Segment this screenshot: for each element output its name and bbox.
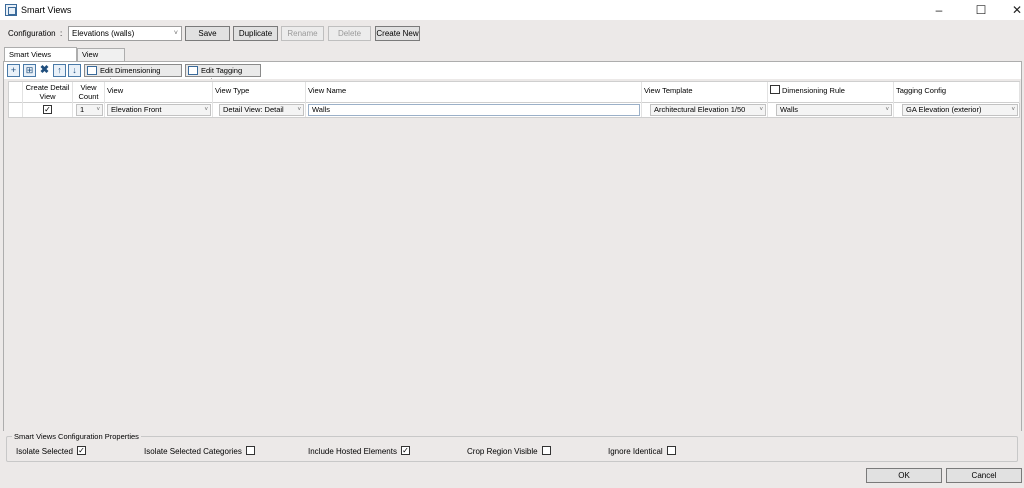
- duplicate-button[interactable]: Duplicate: [233, 26, 278, 41]
- include-hosted-elements-option: Include Hosted Elements ✓: [308, 446, 410, 456]
- view-count-value: 1: [80, 105, 85, 114]
- chevron-down-icon: ˅: [297, 107, 301, 113]
- view-cell: Elevation Front ˅: [105, 103, 213, 117]
- title-bar: Smart Views – ☐ ✕: [0, 0, 1024, 20]
- isolate-selected-checkbox[interactable]: ✓: [76, 446, 86, 456]
- col-view[interactable]: View: [105, 82, 213, 103]
- col-create-detail-view[interactable]: Create Detail View: [23, 82, 73, 103]
- crop-region-visible-label: Crop Region Visible: [467, 447, 538, 456]
- view-type-select[interactable]: Detail View: Detail ˅: [219, 104, 304, 116]
- chevron-down-icon: ˅: [885, 107, 889, 113]
- col-dimensioning-rule-label: Dimensioning Rule: [782, 86, 845, 95]
- cancel-button[interactable]: Cancel: [946, 468, 1022, 483]
- dimensioning-rule-cell: Walls ˅: [768, 103, 894, 117]
- col-view-name[interactable]: View Name: [306, 82, 642, 103]
- dimensioning-rule-select[interactable]: Walls ˅: [776, 104, 892, 116]
- table-row[interactable]: ✓ 1 ˅ Elevation Front ˅ Detail View: Det…: [8, 103, 1020, 118]
- include-hosted-elements-label: Include Hosted Elements: [308, 447, 397, 456]
- add-row-icon[interactable]: +: [7, 64, 20, 77]
- ignore-identical-option: Ignore Identical: [608, 446, 676, 456]
- crop-region-visible-option: Crop Region Visible: [467, 446, 551, 456]
- view-value: Elevation Front: [111, 105, 162, 114]
- window-title: Smart Views: [21, 5, 72, 15]
- col-tagging-config[interactable]: Tagging Config: [894, 82, 1020, 103]
- isolate-selected-categories-label: Isolate Selected Categories: [144, 447, 242, 456]
- grid-header: Create Detail View View Count View View …: [8, 81, 1020, 103]
- tagging-config-cell: GA Elevation (exterior) ˅: [894, 103, 1020, 117]
- maximize-button[interactable]: ☐: [964, 0, 998, 20]
- crop-region-visible-checkbox[interactable]: [541, 446, 551, 456]
- move-down-icon[interactable]: ↓: [68, 64, 81, 77]
- row-header[interactable]: [9, 103, 23, 117]
- isolate-selected-categories-option: Isolate Selected Categories: [144, 446, 255, 456]
- view-count-cell: 1 ˅: [73, 103, 105, 117]
- delete-row-icon[interactable]: ✖: [38, 64, 51, 77]
- create-detail-view-cell: ✓: [23, 103, 73, 117]
- ignore-identical-checkbox[interactable]: [666, 446, 676, 456]
- view-select[interactable]: Elevation Front ˅: [107, 104, 211, 116]
- chevron-down-icon: ˅: [1011, 107, 1015, 113]
- minimize-button[interactable]: –: [922, 0, 956, 20]
- row-header-corner: [9, 82, 23, 103]
- col-view-type[interactable]: View Type: [213, 82, 306, 103]
- smart-views-app-icon: [5, 4, 17, 16]
- dimension-icon: [87, 66, 97, 75]
- col-view-template[interactable]: View Template: [642, 82, 768, 103]
- isolate-selected-option: Isolate Selected ✓: [16, 446, 86, 456]
- view-name-input[interactable]: Walls: [308, 104, 640, 116]
- create-detail-view-checkbox[interactable]: ✓: [43, 105, 52, 114]
- edit-dimensioning-rules-button[interactable]: Edit Dimensioning Rules: [84, 64, 182, 86]
- include-hosted-elements-checkbox[interactable]: ✓: [400, 446, 410, 456]
- chevron-down-icon: ˅: [96, 107, 100, 113]
- view-template-cell: Architectural Elevation 1/50 ˅: [642, 103, 768, 117]
- tagging-config-select[interactable]: GA Elevation (exterior) ˅: [902, 104, 1018, 116]
- configuration-properties-group: Smart Views Configuration Properties Iso…: [6, 432, 1018, 462]
- ok-button[interactable]: OK: [866, 468, 942, 483]
- tab-view-name[interactable]: View Name: [77, 48, 125, 71]
- view-type-value: Detail View: Detail: [223, 105, 284, 114]
- view-template-select[interactable]: Architectural Elevation 1/50 ˅: [650, 104, 766, 116]
- col-dimensioning-rule[interactable]: Dimensioning Rule: [768, 82, 894, 103]
- configuration-toolbar: Configuration : Elevations (walls) ˅ Sav…: [0, 20, 1024, 46]
- isolate-selected-categories-checkbox[interactable]: [245, 446, 255, 456]
- grid-area: Create Detail View View Count View View …: [4, 79, 1021, 431]
- move-up-icon[interactable]: ↑: [53, 64, 66, 77]
- insert-row-icon[interactable]: ⊞: [23, 64, 36, 77]
- create-new-button[interactable]: Create New: [375, 26, 420, 41]
- isolate-selected-label: Isolate Selected: [16, 447, 73, 456]
- setup-panel: + ⊞ ✖ ↑ ↓ Edit Dimensioning Rules Edit T…: [3, 61, 1022, 431]
- view-count-select[interactable]: 1 ˅: [76, 104, 103, 116]
- tab-smart-views-setup[interactable]: Smart Views Setup: [4, 47, 77, 72]
- delete-button[interactable]: Delete: [328, 26, 371, 41]
- close-button[interactable]: ✕: [1000, 0, 1024, 20]
- save-button[interactable]: Save: [185, 26, 230, 41]
- col-view-count[interactable]: View Count: [73, 82, 105, 103]
- chevron-down-icon: ˅: [759, 107, 763, 113]
- configuration-label: Configuration :: [8, 29, 63, 38]
- ignore-identical-label: Ignore Identical: [608, 447, 663, 456]
- view-template-value: Architectural Elevation 1/50: [654, 105, 746, 114]
- dimension-grid-icon: [770, 85, 780, 94]
- configuration-properties-title: Smart Views Configuration Properties: [12, 432, 141, 441]
- tagging-config-value: GA Elevation (exterior): [906, 105, 982, 114]
- rename-button[interactable]: Rename: [281, 26, 324, 41]
- view-name-cell: Walls: [306, 103, 642, 117]
- view-type-cell: Detail View: Detail ˅: [213, 103, 306, 117]
- configuration-select[interactable]: Elevations (walls) ˅: [68, 26, 182, 41]
- configuration-select-value: Elevations (walls): [72, 29, 135, 38]
- chevron-down-icon: ˅: [173, 30, 178, 37]
- dimensioning-rule-value: Walls: [780, 105, 799, 114]
- tag-icon: [188, 66, 198, 75]
- chevron-down-icon: ˅: [204, 107, 208, 113]
- edit-tagging-rules-button[interactable]: Edit Tagging Rules: [185, 64, 261, 86]
